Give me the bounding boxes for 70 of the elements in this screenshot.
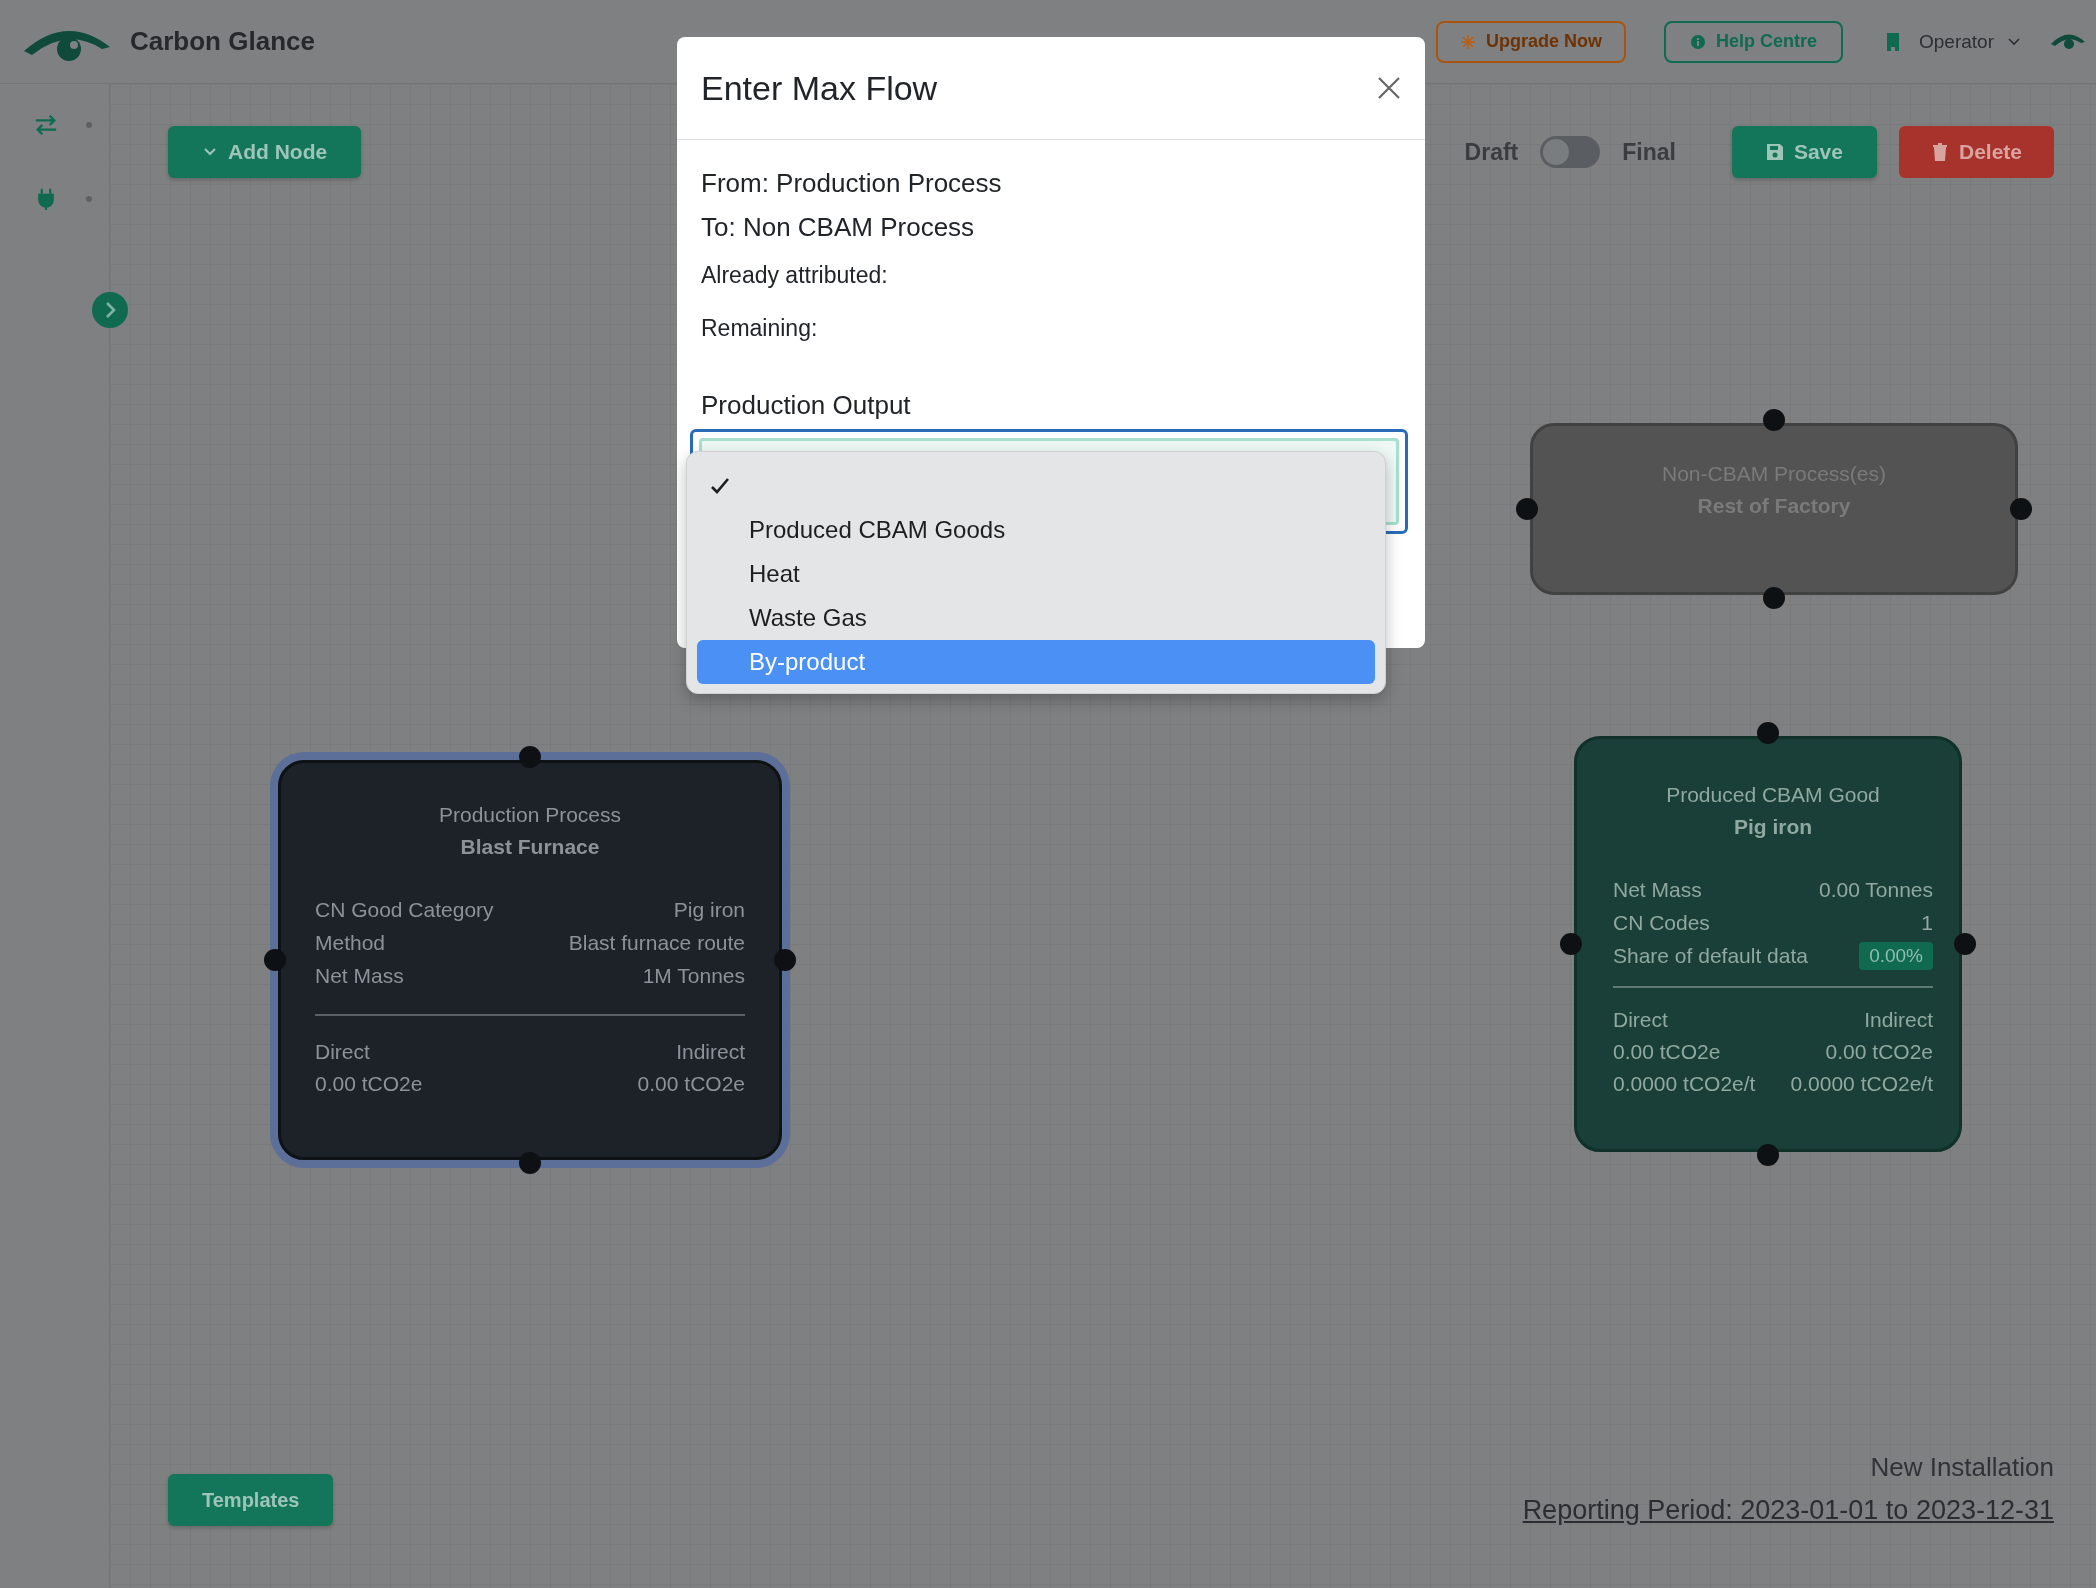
mode-toggle[interactable] — [1540, 136, 1601, 168]
field-label: Net Mass — [315, 963, 404, 988]
field-value: 0.00 Tonnes — [1818, 877, 1933, 902]
trash-icon — [1930, 143, 1949, 161]
dropdown-option[interactable]: Produced CBAM Goods — [697, 508, 1375, 552]
field-value: Pig iron — [673, 897, 745, 922]
delete-button[interactable]: Delete — [1898, 126, 2054, 178]
field-label: Net Mass — [1613, 877, 1702, 902]
field-value: 1M Tonnes — [642, 963, 745, 988]
dropdown-option[interactable]: Waste Gas — [697, 596, 1375, 640]
dropdown-option[interactable]: By-product — [697, 640, 1375, 684]
connection-handle[interactable] — [2010, 498, 2032, 520]
templates-button[interactable]: Templates — [168, 1474, 334, 1526]
flow-info-text: Already attributed: — [701, 262, 888, 289]
node-name: Blast Furnace — [460, 835, 600, 859]
emission-value: 0.0000 tCO2e/t — [1613, 1072, 1756, 1096]
connection-handle[interactable] — [1516, 498, 1538, 520]
sparkle-icon — [1459, 33, 1476, 50]
upgrade-button[interactable]: Upgrade Now — [1435, 20, 1626, 63]
field-label: Production Output — [701, 390, 911, 421]
node-card[interactable]: Produced CBAM Good Pig iron Net Mass 0.00 Tonnes CN Codes 1 Share of default data 0.00% Direct 0.00 tCO2e 0.0000 tCO2e/t Indirect 0.00 tCO2e 0.0000 tCO2e/t — [1574, 736, 1962, 1152]
connection-handle[interactable] — [774, 949, 796, 971]
emission-label: Indirect — [676, 1040, 745, 1064]
field-label: CN Codes — [1613, 910, 1710, 935]
field-label: Share of default data — [1613, 943, 1808, 968]
caret-icon — [2008, 37, 2020, 46]
field-label: CN Good Category — [315, 897, 494, 922]
connection-handle[interactable] — [1560, 933, 1582, 955]
flow-endpoint-text: From: Production Process — [701, 168, 1002, 199]
emission-value: 0.00 tCO2e — [1825, 1040, 1933, 1064]
installation-name: New Installation — [1870, 1452, 2054, 1483]
reporting-period-link[interactable]: Reporting Period: 2023-01-01 to 2023-12-31 — [1522, 1495, 2054, 1526]
final-label: Final — [1622, 138, 1676, 166]
help-button[interactable]: Help Centre — [1664, 20, 1843, 63]
emission-value: 0.00 tCO2e — [637, 1072, 745, 1096]
user-menu[interactable]: Operator — [1919, 30, 2020, 53]
connection-handle[interactable] — [1763, 587, 1785, 609]
percentage-badge: 0.00% — [1859, 941, 1933, 970]
field-value: 1 — [1921, 910, 1933, 935]
connection-handle[interactable] — [519, 1152, 541, 1174]
connection-handle[interactable] — [1954, 933, 1976, 955]
close-icon[interactable] — [1377, 76, 1401, 100]
save-button[interactable]: Save — [1731, 126, 1877, 178]
flow-endpoint-text: To: Non CBAM Process — [701, 212, 975, 243]
add-node-button[interactable]: Add Node — [168, 126, 362, 178]
node-type: Produced CBAM Good — [1666, 783, 1880, 807]
node-name: Pig iron — [1733, 815, 1813, 839]
dropdown-option[interactable]: Heat — [697, 552, 1375, 596]
node-type: Production Process — [438, 803, 622, 827]
checkmark-icon — [711, 478, 729, 494]
field-value: Blast furnace route — [568, 930, 745, 955]
emission-value: 0.0000 tCO2e/t — [1790, 1072, 1933, 1096]
modal-title: Enter Max Flow — [701, 68, 938, 108]
building-icon — [1885, 31, 1901, 52]
connection-handle[interactable] — [1757, 722, 1779, 744]
field-label: Method — [315, 930, 386, 955]
connection-handle[interactable] — [264, 949, 286, 971]
emission-label: Indirect — [1864, 1008, 1933, 1032]
draft-label: Draft — [1464, 138, 1519, 166]
connection-handle[interactable] — [1763, 409, 1785, 431]
expand-chevron-icon[interactable] — [92, 292, 128, 328]
emission-value: 0.00 tCO2e — [1613, 1040, 1722, 1064]
flow-info-text: Remaining: — [701, 315, 818, 342]
info-icon — [1690, 33, 1706, 50]
emission-label: Direct — [1613, 1008, 1669, 1032]
brand-name: Carbon Glance — [130, 26, 315, 57]
connection-handle[interactable] — [519, 746, 541, 768]
emission-label: Direct — [315, 1040, 371, 1064]
connection-handle[interactable] — [1757, 1144, 1779, 1166]
emission-value: 0.00 tCO2e — [315, 1072, 423, 1096]
